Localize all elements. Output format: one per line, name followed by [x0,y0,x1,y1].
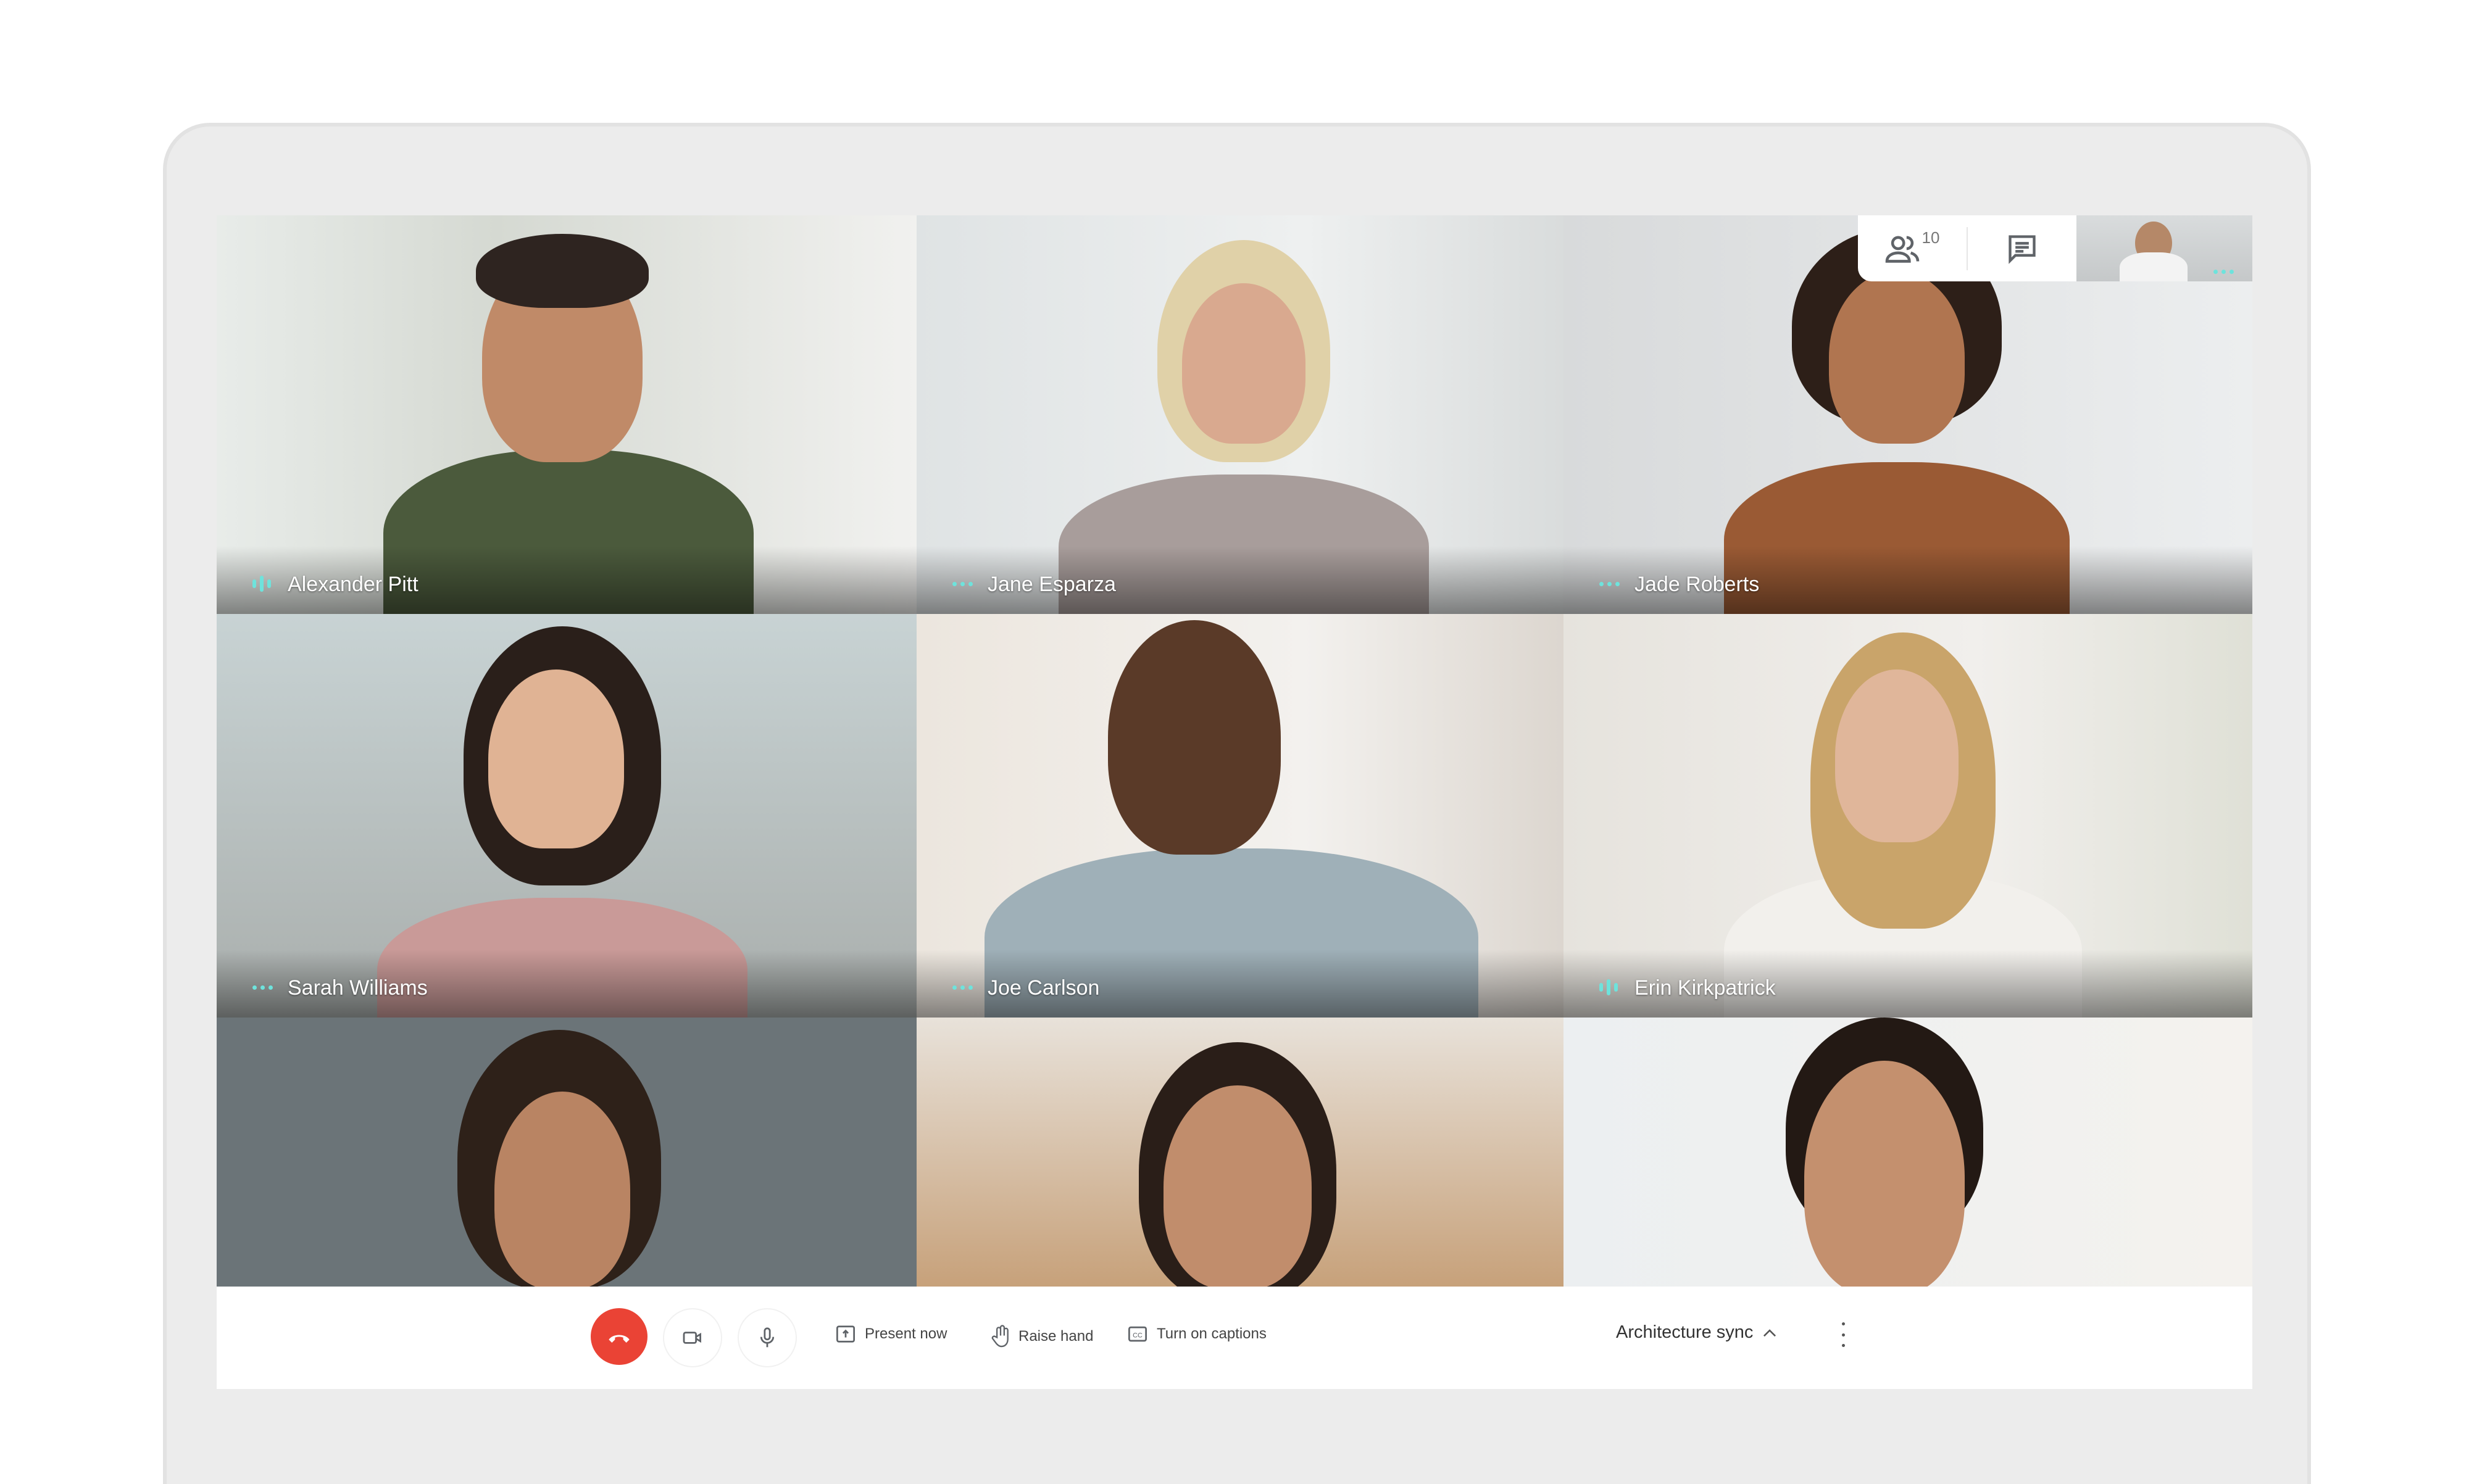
participant-name: Sarah Williams [288,976,428,1000]
meeting-name: Architecture sync [1616,1322,1754,1342]
self-view[interactable] [2076,215,2252,281]
microphone-button[interactable] [738,1308,797,1367]
present-now-button[interactable]: Present now [835,1325,947,1343]
participant-name: Joe Carlson [988,976,1100,1000]
hangup-button[interactable] [591,1308,647,1365]
speaking-indicator-icon [1599,979,1624,995]
present-now-label: Present now [865,1325,947,1342]
participants-button[interactable]: 10 [1858,228,1967,264]
chevron-up-icon [1763,1329,1776,1337]
raise-hand-label: Raise hand [1018,1328,1094,1345]
more-options-button[interactable] [1837,1322,1849,1347]
hangup-icon [609,1335,630,1343]
speaking-indicator-icon [252,576,277,592]
participant-name: Jane Esparza [988,573,1116,596]
participant-name: Erin Kirkpatrick [1634,976,1776,1000]
captions-button[interactable]: CC Turn on captions [1127,1325,1267,1343]
video-tile[interactable]: Alexander Pitt [217,215,917,614]
participants-count: 10 [1921,228,1940,247]
more-options-dots-icon [952,979,977,995]
video-tile[interactable]: Sarah Williams [217,614,917,1018]
raise-hand-button[interactable]: Raise hand [991,1325,1093,1348]
video-tile[interactable] [217,1018,917,1287]
meeting-screen: Alexander Pitt Jane Esparza Jade Roberts… [217,215,2252,1389]
more-options-dots-icon [952,576,977,592]
video-tile[interactable] [917,1018,1563,1287]
captions-label: Turn on captions [1157,1325,1267,1342]
hand-icon [991,1325,1009,1348]
meeting-details-button[interactable]: Architecture sync [1616,1322,1778,1343]
video-tile[interactable] [1563,1018,2252,1287]
microphone-icon [760,1327,775,1348]
more-options-dots-icon[interactable] [2213,270,2234,274]
participant-name: Jade Roberts [1634,573,1760,596]
captions-icon: CC [1128,1326,1147,1342]
top-controls: 10 [1858,215,2076,281]
participant-name: Alexander Pitt [288,573,418,596]
svg-text:CC: CC [1133,1332,1143,1339]
more-options-dots-icon [1599,576,1624,592]
chat-button[interactable] [1968,233,2076,265]
camera-button[interactable] [663,1308,722,1367]
bottom-toolbar: Present now Raise hand CC Turn on captio… [217,1287,2252,1389]
video-tile[interactable]: Jane Esparza [917,215,1563,614]
camera-icon [683,1332,701,1344]
chat-icon [2009,234,2036,264]
present-icon [836,1325,855,1343]
more-options-dots-icon [252,979,277,995]
video-tile[interactable]: Erin Kirkpatrick [1563,614,2252,1018]
people-icon [1885,236,1919,263]
video-tile[interactable]: Joe Carlson [917,614,1563,1018]
